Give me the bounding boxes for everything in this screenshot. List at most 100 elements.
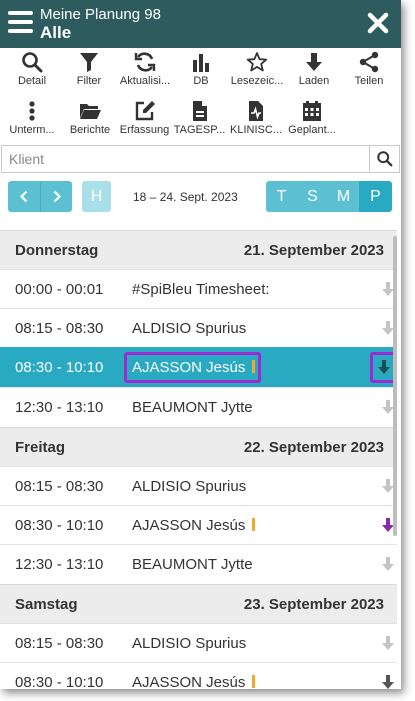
calendar-icon bbox=[303, 101, 321, 121]
daily-plan-label: TAGESP... bbox=[173, 124, 226, 136]
more-vertical-icon bbox=[29, 101, 35, 121]
detail-label: Detail bbox=[17, 75, 47, 87]
next-week-button[interactable] bbox=[40, 181, 72, 212]
search-icon bbox=[22, 52, 43, 73]
app-header: Meine Planung 98 Alle bbox=[0, 0, 401, 48]
clinical-button[interactable]: KLINISC... bbox=[228, 96, 284, 142]
planning-subtitle: Alle bbox=[40, 23, 72, 42]
appointment-row[interactable]: 08:15 - 08:30 ALDISIO Spurius bbox=[0, 623, 397, 663]
client-name: ALDISIO Spurius bbox=[132, 478, 247, 495]
detail-button[interactable]: Detail bbox=[4, 48, 60, 96]
filter-button[interactable]: Filter bbox=[61, 48, 117, 96]
refresh-button[interactable]: Aktualisi... bbox=[116, 48, 174, 96]
appointment-row[interactable]: 08:15 - 08:30 ALDISIO Spurius bbox=[0, 466, 397, 506]
toolbar-primary: Detail Filter Aktualisi... DB Lesezeic..… bbox=[0, 48, 401, 96]
appointment-row[interactable]: 08:30 - 10:10 AJASSON Jesús bbox=[0, 505, 397, 545]
toolbar-secondary: Unterm... Berichte Erfassung TAGESP... K… bbox=[0, 96, 401, 142]
download-arrow-icon bbox=[306, 53, 322, 71]
load-button[interactable]: Laden bbox=[287, 48, 341, 96]
appointment-row[interactable]: 08:30 - 10:10 AJASSON Jesús bbox=[0, 662, 397, 689]
client-name: BEAUMONT Jytte bbox=[132, 399, 253, 416]
bookmark-button[interactable]: Lesezeic... bbox=[228, 48, 286, 96]
download-arrow-icon[interactable] bbox=[382, 557, 394, 572]
appointment-row[interactable]: 12:30 - 13:10 BEAUMONT Jytte bbox=[0, 387, 397, 427]
list-scrollbar[interactable] bbox=[393, 236, 397, 536]
appointment-time: 12:30 - 13:10 bbox=[15, 399, 104, 416]
planned-button[interactable]: Geplant... bbox=[284, 96, 340, 142]
app-window: Meine Planung 98 Alle Detail Filter Aktu… bbox=[0, 0, 401, 689]
day-name: Donnerstag bbox=[15, 242, 99, 259]
day-date: 22. September 2023 bbox=[243, 439, 384, 456]
day-name: Freitag bbox=[15, 439, 66, 456]
appointment-row[interactable]: 08:15 - 08:30 ALDISIO Spurius bbox=[0, 308, 397, 348]
appointment-time: 08:30 - 10:10 bbox=[15, 517, 104, 534]
view-month-button[interactable]: M bbox=[328, 181, 359, 212]
client-name-text: AJASSON Jesús bbox=[132, 674, 246, 689]
planning-title: Meine Planung 98 bbox=[40, 6, 161, 23]
view-day-button[interactable]: T bbox=[266, 181, 297, 212]
reports-label: Berichte bbox=[69, 124, 111, 136]
planning-list: Donnerstag 21. September 2023 00:00 - 00… bbox=[0, 230, 401, 689]
client-search bbox=[0, 145, 401, 173]
client-name: ALDISIO Spurius bbox=[132, 635, 247, 652]
folder-icon bbox=[80, 104, 101, 119]
client-name: AJASSON Jesús bbox=[132, 674, 256, 689]
filter-label: Filter bbox=[76, 75, 102, 87]
search-icon bbox=[377, 151, 393, 167]
appointment-time: 08:30 - 10:10 bbox=[15, 359, 104, 376]
chevron-right-icon bbox=[53, 190, 61, 203]
appointment-row-selected[interactable]: 08:30 - 10:10 AJASSON Jesús bbox=[0, 347, 397, 387]
download-arrow-icon[interactable] bbox=[382, 636, 394, 651]
medical-document-icon bbox=[249, 101, 263, 121]
edit-icon bbox=[135, 101, 155, 121]
search-button[interactable] bbox=[370, 145, 400, 173]
download-arrow-icon[interactable] bbox=[378, 360, 390, 375]
view-week-button[interactable]: S bbox=[297, 181, 328, 212]
date-navigation: H 18 – 24. Sept. 2023 T S M P bbox=[0, 180, 401, 214]
client-name: #SpiBleu Timesheet: bbox=[132, 281, 270, 298]
share-button[interactable]: Teilen bbox=[342, 48, 396, 96]
document-icon bbox=[192, 101, 207, 121]
client-search-input[interactable] bbox=[1, 145, 370, 173]
appointment-row[interactable]: 00:00 - 00:01 #SpiBleu Timesheet: bbox=[0, 269, 397, 309]
day-name: Samstag bbox=[15, 596, 78, 613]
share-label: Teilen bbox=[354, 75, 384, 87]
refresh-label: Aktualisi... bbox=[119, 75, 171, 87]
close-icon[interactable] bbox=[363, 8, 393, 38]
appointment-time: 08:15 - 08:30 bbox=[15, 320, 104, 337]
planned-label: Geplant... bbox=[288, 124, 336, 136]
download-arrow-icon[interactable] bbox=[382, 675, 394, 689]
previous-week-button[interactable] bbox=[8, 181, 40, 212]
star-icon bbox=[246, 52, 268, 72]
bar-chart-icon bbox=[193, 54, 209, 72]
appointment-time: 08:15 - 08:30 bbox=[15, 478, 104, 495]
refresh-icon bbox=[134, 52, 156, 72]
share-icon bbox=[359, 51, 379, 73]
capture-label: Erfassung bbox=[119, 124, 170, 136]
submenu-label: Unterm... bbox=[9, 124, 55, 136]
db-button[interactable]: DB bbox=[175, 48, 227, 96]
status-marker bbox=[252, 518, 256, 531]
day-header: Donnerstag 21. September 2023 bbox=[0, 230, 397, 269]
status-marker bbox=[252, 675, 256, 688]
appointment-row[interactable]: 12:30 - 13:10 BEAUMONT Jytte bbox=[0, 544, 397, 584]
submenu-button[interactable]: Unterm... bbox=[3, 96, 61, 142]
load-label: Laden bbox=[298, 75, 330, 87]
daily-plan-button[interactable]: TAGESP... bbox=[172, 96, 227, 142]
appointment-time: 12:30 - 13:10 bbox=[15, 556, 104, 573]
today-button[interactable]: H bbox=[82, 181, 111, 212]
appointment-time: 08:15 - 08:30 bbox=[15, 635, 104, 652]
chevron-left-icon bbox=[19, 190, 28, 203]
view-plan-button[interactable]: P bbox=[359, 181, 392, 212]
menu-icon[interactable] bbox=[8, 11, 33, 35]
reports-button[interactable]: Berichte bbox=[64, 96, 116, 142]
capture-button[interactable]: Erfassung bbox=[117, 96, 172, 142]
client-name-highlight bbox=[124, 352, 261, 383]
client-name: AJASSON Jesús bbox=[132, 517, 256, 534]
date-range: 18 – 24. Sept. 2023 bbox=[133, 190, 238, 204]
clinical-label: KLINISC... bbox=[230, 124, 282, 136]
db-label: DB bbox=[193, 75, 209, 87]
client-name: BEAUMONT Jytte bbox=[132, 556, 253, 573]
client-name: ALDISIO Spurius bbox=[132, 320, 247, 337]
day-header: Samstag 23. September 2023 bbox=[0, 584, 397, 623]
